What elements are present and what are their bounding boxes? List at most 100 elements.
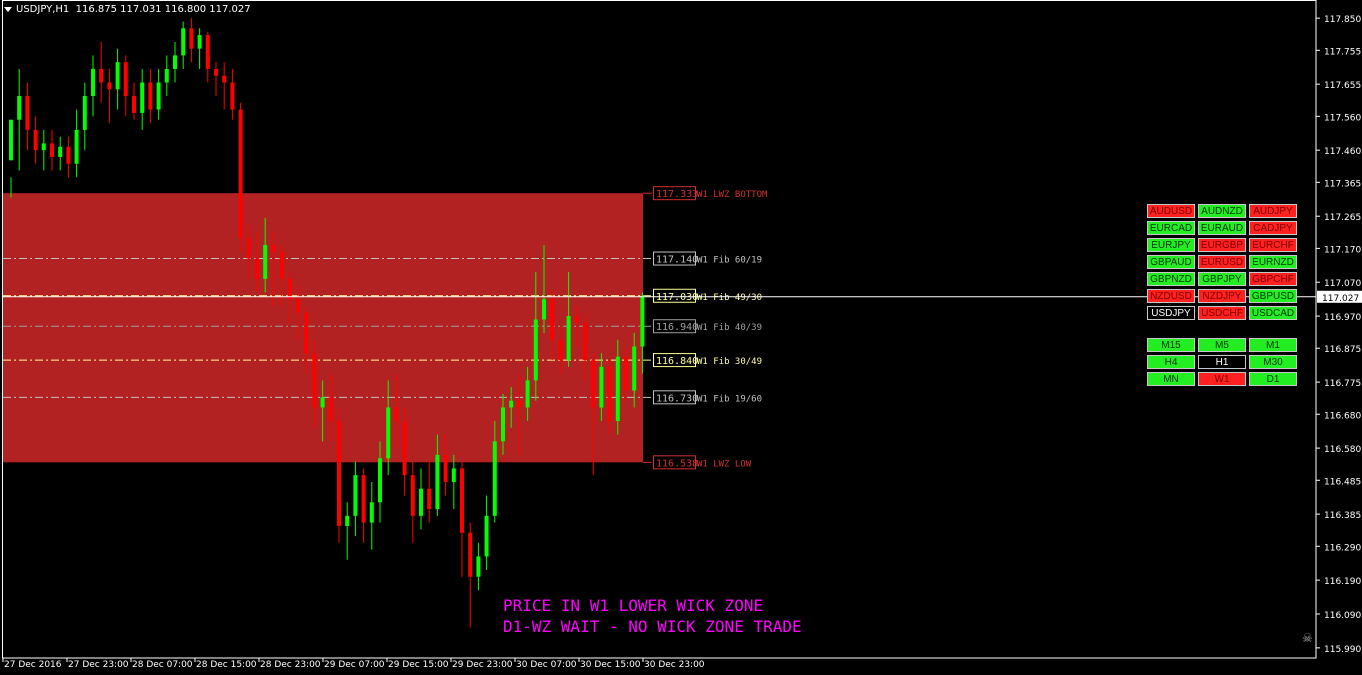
candle-body xyxy=(230,82,235,110)
pair-button-usdjpy[interactable]: USDJPY xyxy=(1147,306,1195,320)
candle-body xyxy=(419,488,423,516)
candle-body xyxy=(501,407,505,442)
candle-body xyxy=(509,400,514,408)
pair-button-gbpchf[interactable]: GBPCHF xyxy=(1249,272,1297,286)
level-price-label: 116.940 xyxy=(656,322,698,333)
pair-button-cadjpy[interactable]: CADJPY xyxy=(1249,221,1297,235)
timeframe-button-d1[interactable]: D1 xyxy=(1249,372,1297,386)
symbol-title: USDJPY,H1 116.875 117.031 116.800 117.02… xyxy=(4,4,251,15)
chevron-down-icon[interactable] xyxy=(4,6,12,12)
pair-button-nzdjpy[interactable]: NZDJPY xyxy=(1198,289,1246,303)
price-axis-label: 116.485 xyxy=(1324,477,1361,487)
price-axis-label: 116.775 xyxy=(1324,379,1361,389)
pair-button-eurcad[interactable]: EURCAD xyxy=(1147,221,1195,235)
price-axis-label: 117.265 xyxy=(1324,213,1361,223)
price-axis-label: 117.560 xyxy=(1324,113,1361,123)
candle-body xyxy=(468,532,473,577)
time-axis-label: 29 Dec 23:00 xyxy=(452,660,513,670)
pair-button-usdcad[interactable]: USDCAD xyxy=(1249,306,1297,320)
candle-body xyxy=(615,356,620,422)
time-axis-label: 28 Dec 15:00 xyxy=(196,660,257,670)
candle-body xyxy=(460,468,464,533)
pair-button-eurgbp[interactable]: EURGBP xyxy=(1198,238,1246,252)
timeframe-button-mn[interactable]: MN xyxy=(1147,372,1195,386)
candle-body xyxy=(82,96,87,130)
pair-button-usdchf[interactable]: USDCHF xyxy=(1198,306,1246,320)
pair-button-euraud[interactable]: EURAUD xyxy=(1198,221,1246,235)
price-axis-label: 117.070 xyxy=(1324,279,1361,289)
pair-button-gbpusd[interactable]: GBPUSD xyxy=(1249,289,1297,303)
candle-body xyxy=(320,397,325,408)
candle-body xyxy=(394,407,399,422)
candle-body xyxy=(484,515,489,557)
time-axis-label: 27 Dec 23:00 xyxy=(68,660,129,670)
price-axis-label: 117.365 xyxy=(1324,179,1361,189)
candle-body xyxy=(304,312,309,354)
candle-body xyxy=(492,441,497,516)
timeframe-button-w1[interactable]: W1 xyxy=(1198,372,1246,386)
candle-body xyxy=(156,82,161,110)
candle-body xyxy=(148,82,153,110)
candle-body xyxy=(328,397,333,422)
price-axis-label: 116.385 xyxy=(1324,511,1361,521)
candle-body xyxy=(410,475,415,516)
candle-body xyxy=(525,380,530,408)
candle-body xyxy=(296,299,300,313)
candle-body xyxy=(173,55,177,69)
pair-button-audjpy[interactable]: AUDJPY xyxy=(1249,204,1297,218)
pair-button-gbpjpy[interactable]: GBPJPY xyxy=(1198,272,1246,286)
timeframe-button-h4[interactable]: H4 xyxy=(1147,355,1195,369)
level-price-label: 116.538 xyxy=(656,458,698,469)
candle-body xyxy=(132,96,136,113)
candle-body xyxy=(33,129,38,151)
level-price-label: 117.333 xyxy=(656,189,698,200)
candle-body xyxy=(17,96,22,120)
candle-body xyxy=(181,28,186,56)
candle-body xyxy=(476,556,481,577)
timeframe-button-m1[interactable]: M1 xyxy=(1249,338,1297,352)
price-axis-label: 116.190 xyxy=(1324,577,1361,587)
timeframe-button-m15[interactable]: M15 xyxy=(1147,338,1195,352)
pair-button-eurchf[interactable]: EURCHF xyxy=(1249,238,1297,252)
status-message-1: PRICE IN W1 LOWER WICK ZONE xyxy=(503,596,764,615)
candle-body xyxy=(640,295,645,347)
candle-body xyxy=(66,146,71,164)
price-axis-label: 115.990 xyxy=(1324,645,1361,655)
candle-body xyxy=(607,366,612,422)
pair-button-nzdusd[interactable]: NZDUSD xyxy=(1147,289,1195,303)
level-name-label: W1 LWZ LOW xyxy=(697,459,752,469)
price-axis-label: 116.580 xyxy=(1324,445,1361,455)
pair-button-eurjpy[interactable]: EURJPY xyxy=(1147,238,1195,252)
candle-body xyxy=(386,407,391,459)
candle-body xyxy=(214,68,218,76)
candle-body xyxy=(451,468,456,482)
candle-body xyxy=(189,28,194,49)
candle-body xyxy=(287,278,292,300)
skull-icon: ☠ xyxy=(1302,631,1313,645)
candle-body xyxy=(222,75,227,83)
candle-body xyxy=(632,346,637,391)
candle-body xyxy=(74,129,79,164)
level-name-label: W1 Fib 49/30 xyxy=(697,293,762,303)
pair-button-eurusd[interactable]: EURUSD xyxy=(1198,255,1246,269)
timeframe-button-m5[interactable]: M5 xyxy=(1198,338,1246,352)
candle-body xyxy=(337,421,341,526)
pair-button-gbpnzd[interactable]: GBPNZD xyxy=(1147,272,1195,286)
candle-body xyxy=(624,356,628,391)
candle-body xyxy=(345,515,350,526)
timeframe-button-m30[interactable]: M30 xyxy=(1249,355,1297,369)
time-axis-label: 28 Dec 07:00 xyxy=(132,660,193,670)
symbol-title-text: USDJPY,H1 116.875 117.031 116.800 117.02… xyxy=(16,4,251,15)
pair-button-gbpaud[interactable]: GBPAUD xyxy=(1147,255,1195,269)
candle-body xyxy=(41,143,46,151)
pair-button-audusd[interactable]: AUDUSD xyxy=(1147,204,1195,218)
price-axis-label: 117.655 xyxy=(1324,81,1361,91)
candle-body xyxy=(369,502,374,523)
candle-body xyxy=(263,244,268,279)
price-axis-label: 117.460 xyxy=(1324,147,1361,157)
timeframe-button-h1[interactable]: H1 xyxy=(1198,355,1246,369)
pair-button-audnzd[interactable]: AUDNZD xyxy=(1198,204,1246,218)
pair-button-eurnzd[interactable]: EURNZD xyxy=(1249,255,1297,269)
candle-body xyxy=(583,322,587,361)
level-name-label: W1 Fib 19/60 xyxy=(697,394,762,404)
